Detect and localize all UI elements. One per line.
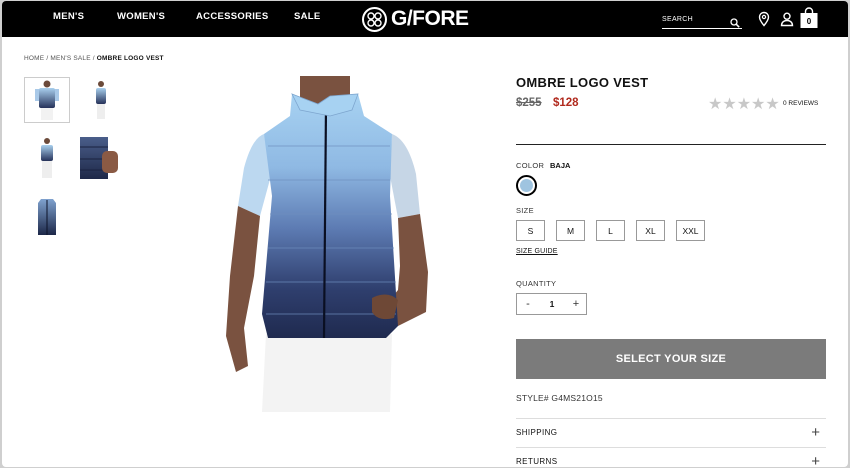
thumbnail-image [38,199,56,235]
star-empty-icon: ★ [765,96,780,113]
divider [516,144,826,145]
product-thumbnail-side[interactable] [78,77,124,123]
accordion-returns-label: RETURNS [516,457,558,466]
style-number: STYLE# G4MS21O15 [516,393,603,403]
color-swatch-baja[interactable] [516,175,537,196]
quantity-label: QUANTITY [516,279,557,288]
product-main-image[interactable] [222,76,437,412]
size-option-l[interactable]: L [596,220,625,241]
rating-stars[interactable]: ★ ★ ★ ★ ★ [708,97,780,113]
select-size-button[interactable]: SELECT YOUR SIZE [516,339,826,379]
product-title: OMBRE LOGO VEST [516,75,649,90]
search-input[interactable] [662,16,728,23]
thumbnail-image [35,80,59,120]
reviews-link[interactable]: 0 REVIEWS [783,100,818,107]
product-thumbnail-flat[interactable] [24,194,70,240]
breadcrumb-mens-sale-link[interactable]: MEN'S SALE [50,55,90,62]
size-option-m[interactable]: M [556,220,585,241]
size-option-xxl[interactable]: XXL [676,220,705,241]
location-pin-icon[interactable] [756,11,772,27]
search-box [662,13,742,29]
nav-item-womens[interactable]: WOMEN'S [117,11,165,22]
accordion-returns[interactable]: RETURNS + [516,447,826,467]
thumbnail-image [41,138,53,178]
sale-price: $128 [553,97,579,109]
breadcrumb-separator: / [46,55,49,62]
thumbnail-image [96,81,106,119]
color-label: COLOR [516,161,545,170]
brand-logo[interactable]: G/FORE [362,6,469,32]
nav-item-mens[interactable]: MEN'S [53,11,84,22]
original-price: $255 [516,97,542,109]
search-icon[interactable] [730,15,740,28]
product-photo [226,76,428,412]
size-option-xl[interactable]: XL [636,220,665,241]
product-thumbnail-detail[interactable] [80,135,120,181]
star-empty-icon: ★ [751,96,766,113]
brand-logo-text: G/FORE [391,7,469,30]
product-thumbnail-front[interactable] [24,77,70,123]
quantity-stepper: - 1 + [516,293,587,315]
shopping-bag-icon[interactable]: 0 [799,7,819,29]
size-guide-link[interactable]: SIZE GUIDE [516,248,558,255]
star-empty-icon: ★ [736,96,752,113]
product-thumbnail-back[interactable] [24,135,70,181]
thumbnail-image [80,137,118,179]
star-empty-icon: ★ [722,96,737,113]
nav-item-sale[interactable]: SALE [294,11,321,22]
swatch-fill [520,179,533,192]
plus-icon: + [811,453,820,467]
brand-logo-mark-icon [362,6,387,32]
accordion-shipping[interactable]: SHIPPING + [516,418,826,447]
top-navigation-bar: MEN'S WOMEN'S ACCESSORIES SALE G/FORE SE… [2,1,848,37]
breadcrumb-home-link[interactable]: HOME [24,55,44,62]
size-option-s[interactable]: S [516,220,545,241]
bag-count-badge: 0 [806,17,812,26]
plus-icon: + [811,424,820,441]
breadcrumb-current: OMBRE LOGO VEST [96,55,164,62]
color-value: BAJA [550,161,571,170]
user-icon[interactable] [779,11,795,27]
breadcrumb-separator: / [92,55,95,62]
nav-item-accessories[interactable]: ACCESSORIES [196,11,268,22]
quantity-value[interactable]: 1 [542,299,562,309]
quantity-increment-button[interactable]: + [568,296,584,312]
browser-page: MEN'S WOMEN'S ACCESSORIES SALE G/FORE SE… [2,1,848,467]
breadcrumb: HOME / MEN'S SALE / OMBRE LOGO VEST [24,55,164,62]
star-empty-icon: ★ [708,96,723,113]
quantity-decrement-button[interactable]: - [520,296,536,312]
accordion-shipping-label: SHIPPING [516,428,558,437]
size-label: SIZE [516,206,534,215]
